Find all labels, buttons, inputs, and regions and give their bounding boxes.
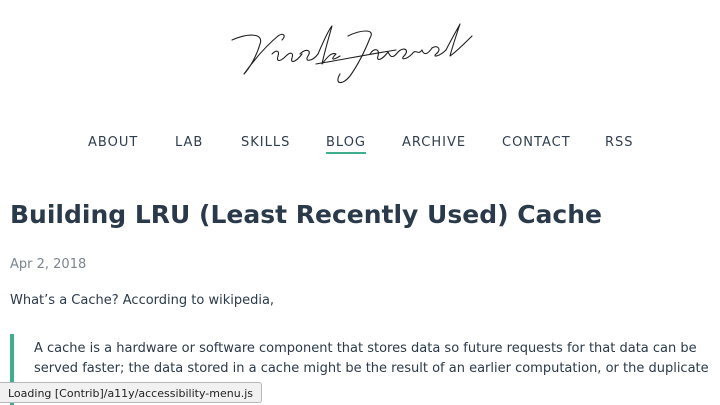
post-intro: What’s a Cache? According to wikipedia, xyxy=(10,293,275,308)
nav-rss[interactable]: RSS xyxy=(605,134,634,152)
post-date: Apr 2, 2018 xyxy=(10,257,87,272)
loading-status-tooltip: Loading [Contrib]/a11y/accessibility-men… xyxy=(0,382,262,403)
nav-contact[interactable]: CONTACT xyxy=(502,134,571,152)
main-nav: ABOUT LAB SKILLS BLOG ARCHIVE CONTACT RS… xyxy=(0,134,720,154)
post-title: Building LRU (Least Recently Used) Cache xyxy=(10,200,603,229)
nav-lab[interactable]: LAB xyxy=(175,134,203,152)
nav-archive[interactable]: ARCHIVE xyxy=(402,134,466,152)
signature-logo-icon xyxy=(231,23,473,84)
nav-skills[interactable]: SKILLS xyxy=(241,134,290,152)
site-logo[interactable] xyxy=(220,14,500,100)
nav-about[interactable]: ABOUT xyxy=(88,134,138,152)
nav-blog[interactable]: BLOG xyxy=(326,134,367,154)
